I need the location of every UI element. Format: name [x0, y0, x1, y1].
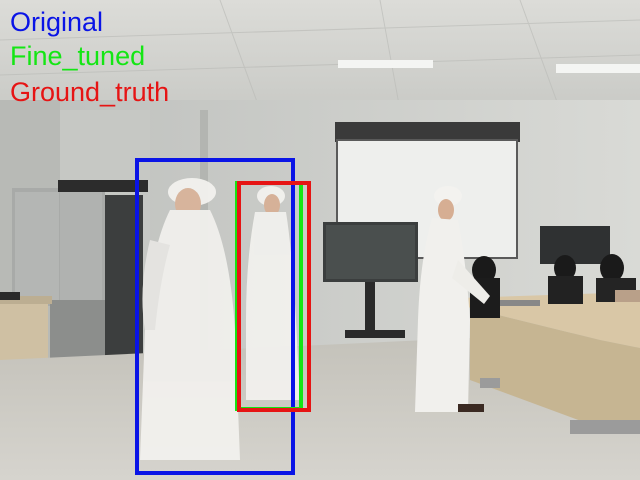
legend-fine-tuned: Fine_tuned — [10, 41, 146, 71]
laptop — [615, 290, 640, 302]
scene-photo — [0, 0, 640, 480]
ceiling-light — [556, 64, 640, 73]
wall-monitor — [540, 226, 610, 264]
legend-ground-truth: Ground_truth — [10, 77, 170, 107]
seated-person — [600, 254, 624, 282]
legend-original: Original — [10, 7, 104, 37]
ceiling-light — [338, 60, 433, 68]
tv-stand — [365, 282, 375, 332]
